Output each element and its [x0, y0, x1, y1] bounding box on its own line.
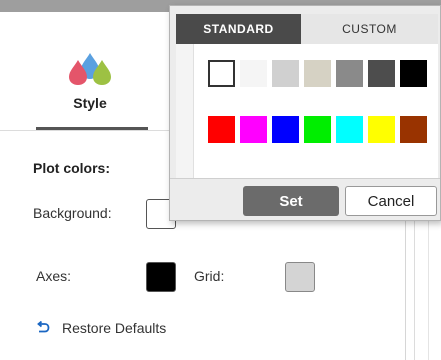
column-divider	[428, 212, 429, 360]
color-swatch[interactable]	[400, 116, 427, 143]
undo-arrow-icon	[37, 321, 50, 333]
color-swatch[interactable]	[208, 116, 235, 143]
tab-style-label: Style	[73, 95, 107, 111]
set-button[interactable]: Set	[243, 186, 339, 216]
color-swatch[interactable]	[208, 60, 235, 87]
color-swatch[interactable]	[400, 60, 427, 87]
color-swatch[interactable]	[272, 116, 299, 143]
axes-color-swatch[interactable]	[146, 262, 176, 292]
color-swatch[interactable]	[336, 60, 363, 87]
restore-defaults-label: Restore Defaults	[62, 320, 167, 336]
background-label: Background:	[33, 205, 112, 221]
tab-custom[interactable]: CUSTOM	[301, 14, 438, 44]
grid-color-swatch[interactable]	[285, 262, 315, 292]
plot-colors-title: Plot colors:	[33, 160, 111, 176]
picker-tabs: STANDARD CUSTOM	[176, 14, 438, 44]
cancel-button[interactable]: Cancel	[345, 186, 437, 216]
swatch-grid	[176, 44, 438, 178]
color-swatch[interactable]	[368, 60, 395, 87]
color-swatch[interactable]	[240, 116, 267, 143]
tab-style[interactable]: Style	[34, 40, 146, 132]
color-swatch[interactable]	[368, 116, 395, 143]
axes-label: Axes:	[36, 268, 72, 284]
color-swatch[interactable]	[336, 116, 363, 143]
picker-divider	[170, 178, 440, 179]
restore-defaults-link[interactable]: Restore Defaults	[36, 318, 166, 338]
picker-side-strip	[176, 44, 194, 178]
color-swatch[interactable]	[304, 60, 331, 87]
tab-standard[interactable]: STANDARD	[176, 14, 301, 44]
color-swatch[interactable]	[272, 60, 299, 87]
color-swatch[interactable]	[240, 60, 267, 87]
grid-label: Grid:	[194, 268, 225, 284]
color-picker-popup: STANDARD CUSTOM Set Cancel	[169, 5, 441, 221]
color-swatch[interactable]	[304, 116, 331, 143]
color-drops-icon	[69, 53, 111, 85]
